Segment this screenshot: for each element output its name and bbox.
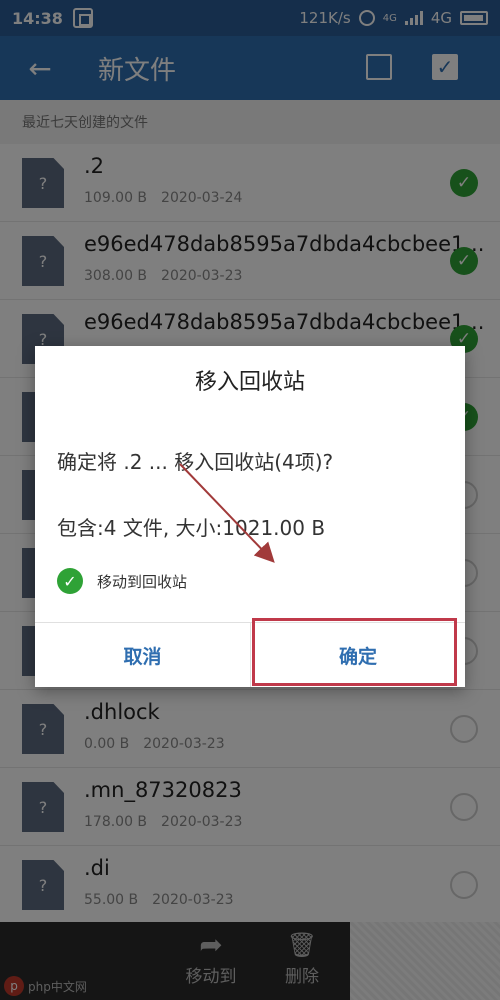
check-circle-icon: ✓ <box>57 568 83 594</box>
confirm-highlight-box <box>252 618 457 686</box>
dialog-message: 确定将 .2 ... 移入回收站(4项)? <box>57 450 334 474</box>
move-to-recycle-option[interactable]: ✓ 移动到回收站 <box>57 568 187 594</box>
option-label: 移动到回收站 <box>97 572 188 591</box>
cancel-button[interactable]: 取消 <box>35 623 250 687</box>
dialog-title: 移入回收站 <box>194 370 305 395</box>
dialog-contains: 包含:4 文件, 大小:1021.00 B <box>57 516 326 540</box>
